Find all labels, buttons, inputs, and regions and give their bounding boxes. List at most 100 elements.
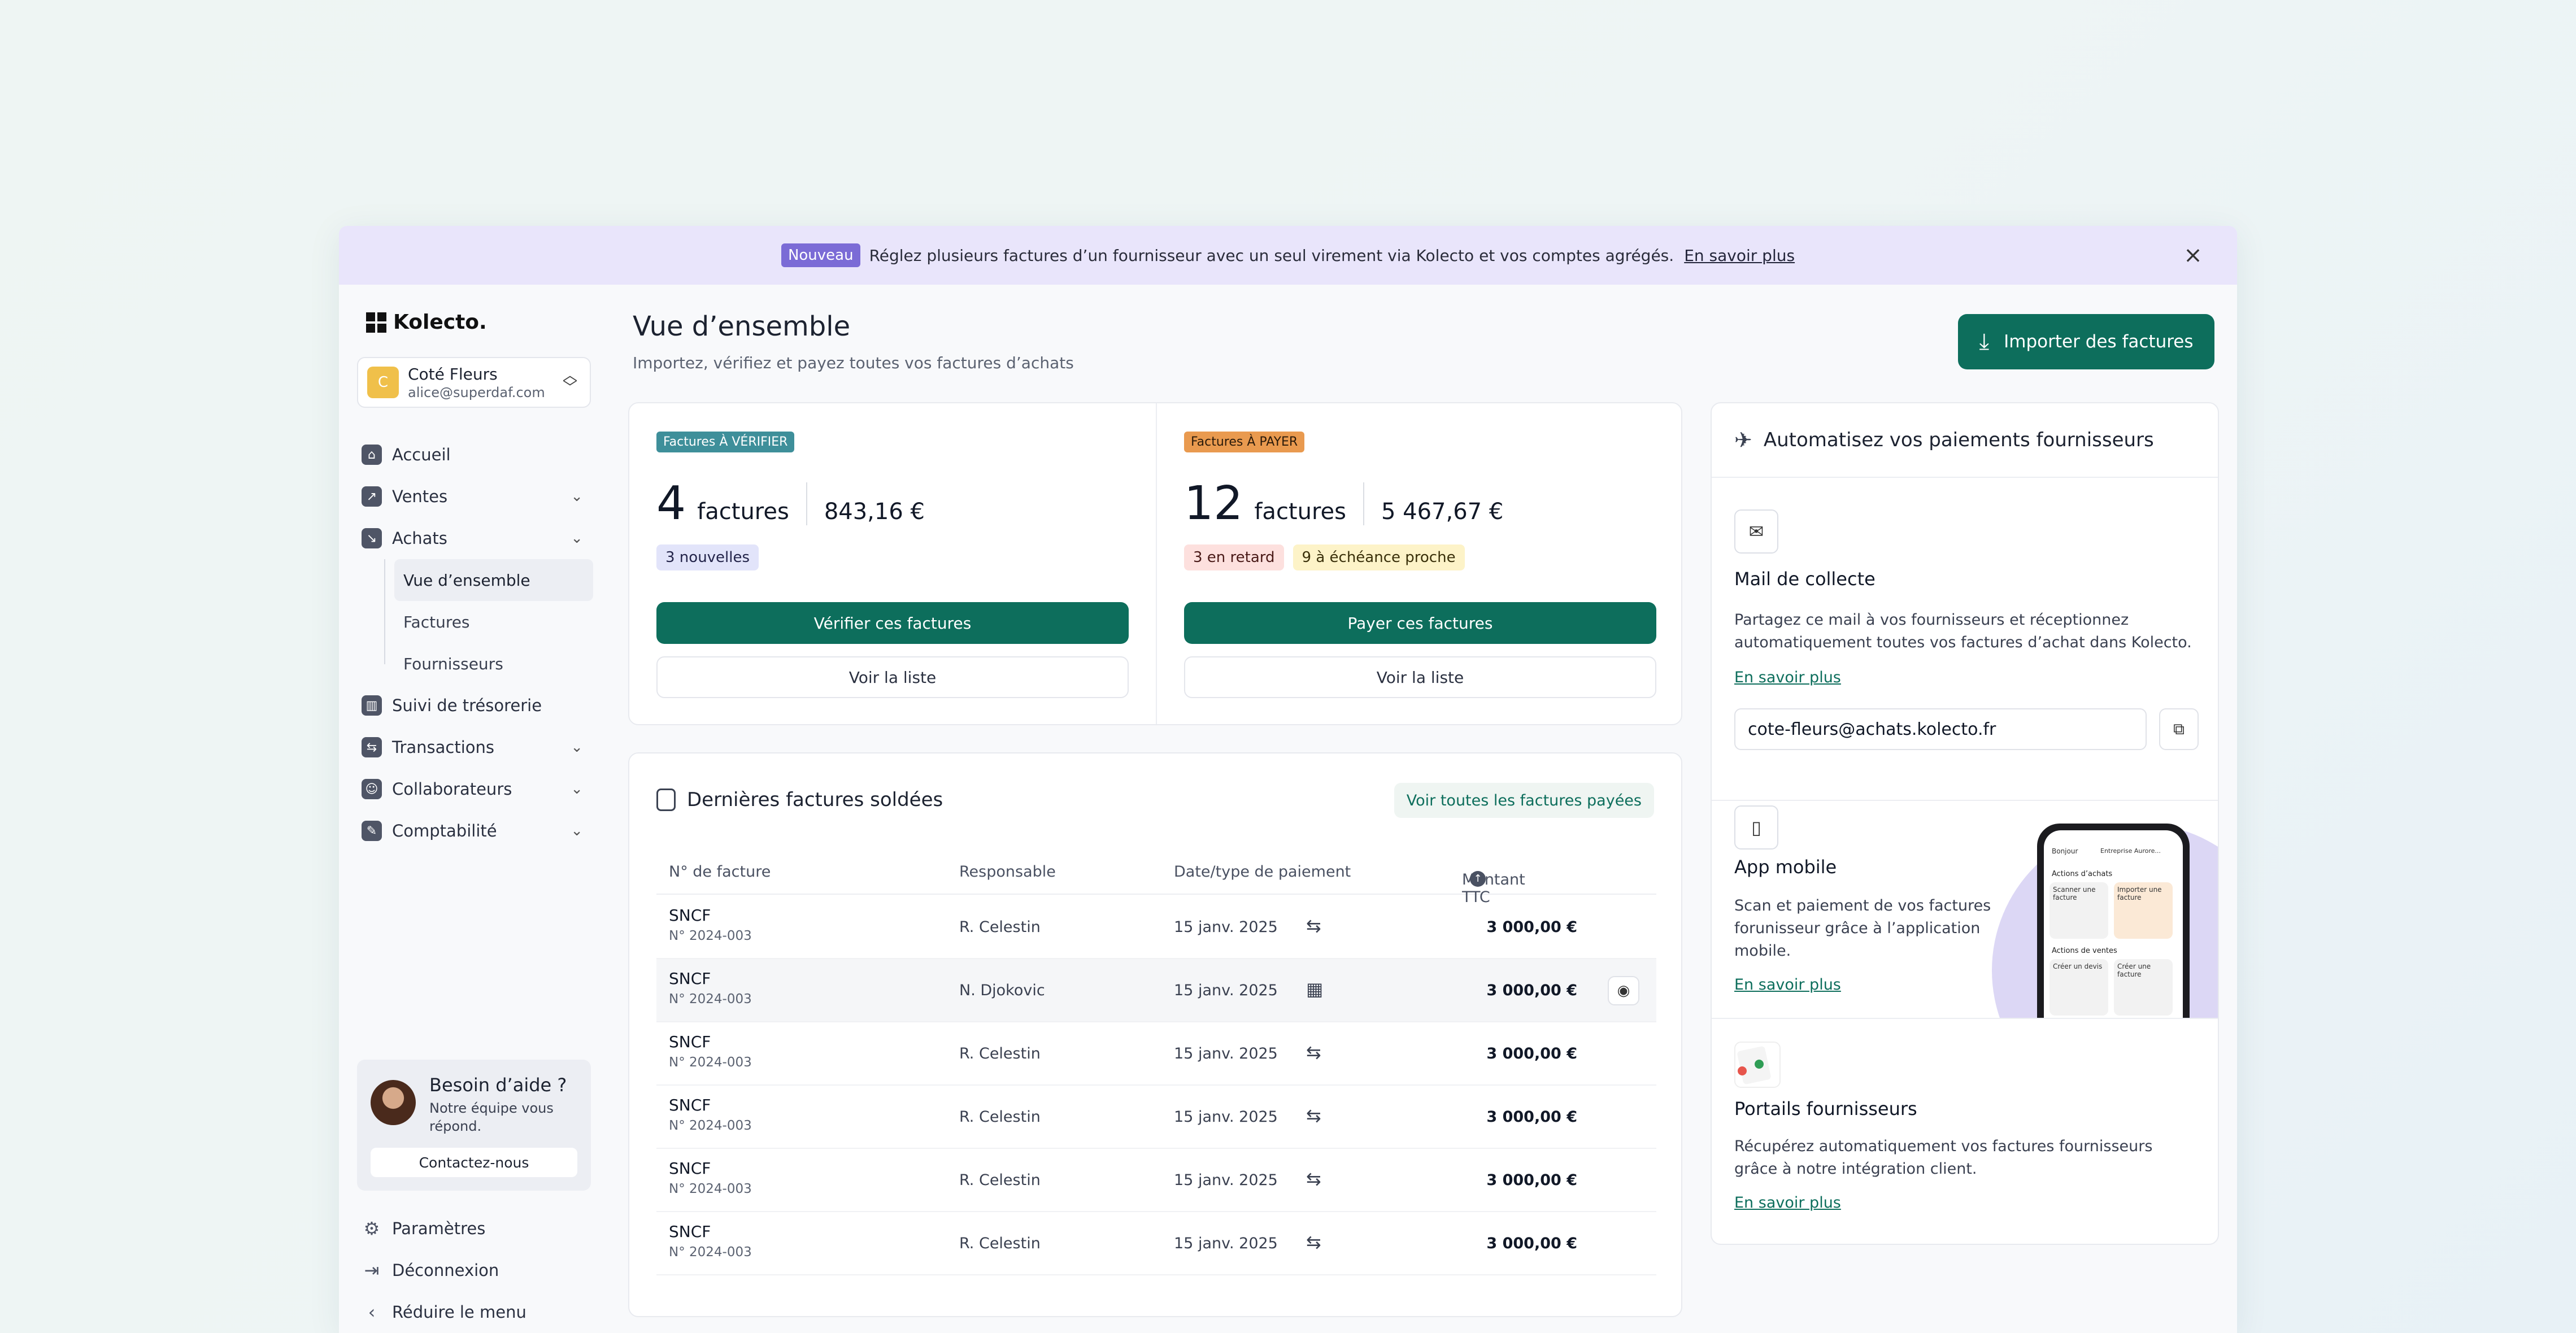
banner-learn-more-link[interactable]: En savoir plus: [1684, 246, 1795, 265]
sidebar-item-accueil[interactable]: ⌂ Accueil: [362, 434, 593, 476]
app-learn-more-link[interactable]: En savoir plus: [1734, 976, 1841, 994]
collect-email-field[interactable]: cote-fleurs@achats.kolecto.fr: [1734, 708, 2147, 750]
close-icon[interactable]: ×: [2182, 244, 2204, 267]
sidebar-item-parametres[interactable]: ⚙ Paramètres: [362, 1208, 593, 1249]
sidebar-item-label: Collaborateurs: [392, 779, 512, 799]
pay-see-list-button[interactable]: Voir la liste: [1184, 656, 1656, 698]
sales-arrow-icon: ↗: [362, 486, 382, 507]
gear-icon: ⚙: [363, 1218, 380, 1239]
portals-illustration-icon: [1734, 1042, 1781, 1088]
amount: 3 000,00 €: [1486, 1171, 1577, 1189]
help-card: Besoin d’aide ? Notre équipe vous répond…: [357, 1060, 591, 1191]
paid-invoices-card: Dernières factures soldées Voir toutes l…: [628, 752, 1682, 1317]
transfer-icon: ⇆: [1306, 1168, 1321, 1190]
account-name: Coté Fleurs: [408, 364, 498, 384]
table-row[interactable]: SNCF N° 2024-003 R. Celestin 15 janv. 2025 ⇆…: [656, 1022, 1656, 1086]
invoice-number: N° 2024-003: [669, 1118, 752, 1133]
calendar-icon: ▦: [1306, 978, 1324, 1000]
invoice-number: N° 2024-003: [669, 992, 752, 1007]
logo-mark-icon: [366, 312, 386, 333]
payment-date: 15 janv. 2025: [1174, 982, 1278, 999]
col-invoice-number[interactable]: N° de facture: [669, 863, 771, 881]
table-row[interactable]: SNCF N° 2024-003 R. Celestin 15 janv. 2025 ⇆…: [656, 1086, 1656, 1149]
account-email: alice@superdaf.com: [408, 384, 545, 400]
sidebar-item-ventes[interactable]: ↗ Ventes ⌄: [362, 476, 593, 517]
owner-name: R. Celestin: [959, 1235, 1041, 1252]
payment-date: 15 janv. 2025: [1174, 1235, 1278, 1252]
import-invoices-button[interactable]: ⤓ Importer des factures: [1958, 314, 2214, 369]
copy-icon[interactable]: ⧉: [2159, 708, 2199, 750]
to-pay-amount: 5 467,67 €: [1381, 499, 1504, 525]
see-all-paid-button[interactable]: Voir toutes les factures payées: [1394, 783, 1654, 818]
mail-icon: ✉: [1734, 509, 1778, 554]
sidebar-item-comptabilite[interactable]: ✎ Comptabilité ⌄: [362, 810, 593, 852]
table-row[interactable]: SNCF N° 2024-003 R. Celestin 15 janv. 2025 ⇆…: [656, 1149, 1656, 1212]
to-pay-tag: Factures À PAYER: [1184, 432, 1305, 452]
chevron-updown-icon: ︿ ﹀: [562, 367, 577, 397]
automation-title: Automatisez vos paiements fournisseurs: [1763, 429, 2154, 451]
to-verify-count: 4: [656, 477, 686, 530]
late-badge: 3 en retard: [1184, 544, 1284, 570]
phone-tile-invoice: Créer une facture: [2114, 959, 2173, 1016]
sidebar-item-achats[interactable]: ↘ Achats ⌄: [362, 517, 593, 559]
sidebar-item-label: Transactions: [392, 738, 495, 757]
phone-tile-quote: Créer un devis: [2050, 959, 2108, 1016]
sidebar-item-tresorerie[interactable]: ▥ Suivi de trésorerie: [362, 685, 593, 726]
payment-date: 15 janv. 2025: [1174, 1171, 1278, 1189]
purchases-arrow-icon: ↘: [362, 528, 382, 548]
sidebar-subitem-fournisseurs[interactable]: Fournisseurs: [394, 643, 593, 685]
info-icon[interactable]: ↑: [1470, 871, 1486, 887]
phone-tile-import: Importer une facture: [2114, 882, 2173, 939]
sidebar-item-label: Réduire le menu: [392, 1302, 526, 1322]
sidebar-item-label: Déconnexion: [392, 1261, 499, 1280]
transfer-icon: ⇆: [1306, 915, 1321, 936]
col-date-type[interactable]: Date/type de paiement: [1174, 863, 1351, 881]
verify-invoices-button[interactable]: Vérifier ces factures: [656, 602, 1129, 644]
new-badge: Nouveau: [781, 243, 860, 267]
account-switcher[interactable]: C Coté Fleurs alice@superdaf.com ︿ ﹀: [357, 357, 591, 408]
table-row[interactable]: SNCF N° 2024-003 N. Djokovic 15 janv. 2025 ▦…: [656, 959, 1656, 1022]
transfer-icon: ⇆: [362, 737, 382, 757]
to-pay-panel: Factures À PAYER 12 factures 5 467,67 € …: [1156, 403, 1682, 724]
transfer-icon: ⇆: [1306, 1105, 1321, 1126]
logo-text: Kolecto.: [393, 311, 487, 334]
help-text: Notre équipe vous répond.: [429, 1100, 554, 1134]
sidebar-subitem-vue-ensemble[interactable]: Vue d’ensemble: [394, 559, 593, 601]
page-subtitle: Importez, vérifiez et payez toutes vos f…: [633, 354, 1074, 372]
sidebar-subitem-factures[interactable]: Factures: [394, 601, 593, 643]
collapse-menu-button[interactable]: ‹ Réduire le menu: [362, 1291, 593, 1333]
owner-name: R. Celestin: [959, 1045, 1041, 1062]
col-owner[interactable]: Responsable: [959, 863, 1056, 881]
amount: 3 000,00 €: [1486, 1108, 1577, 1126]
phone-icon: ▯: [1734, 805, 1778, 850]
mail-learn-more-link[interactable]: En savoir plus: [1734, 669, 1841, 686]
sidebar-nav: ⌂ Accueil ↗ Ventes ⌄ ↘ Achats ⌄ Vue d’en…: [362, 434, 593, 852]
sidebar-footer: ⚙ Paramètres ⇥ Déconnexion ‹ Réduire le …: [362, 1208, 593, 1333]
sidebar-item-transactions[interactable]: ⇆ Transactions ⌄: [362, 726, 593, 768]
table-row[interactable]: SNCF N° 2024-003 R. Celestin 15 janv. 2025 ⇆…: [656, 1212, 1656, 1275]
owner-name: N. Djokovic: [959, 982, 1045, 999]
mail-text: Partagez ce mail à vos fournisseurs et r…: [1734, 611, 2192, 651]
phone-section-1: Actions d’achats: [2052, 870, 2113, 878]
supplier-name: SNCF: [669, 1222, 711, 1241]
contact-button[interactable]: Contactez-nous: [371, 1148, 577, 1177]
sidebar-item-deconnexion[interactable]: ⇥ Déconnexion: [362, 1249, 593, 1291]
supplier-portals-section: Portails fournisseurs Récupérez automati…: [1712, 1019, 2218, 1244]
supplier-name: SNCF: [669, 1096, 711, 1114]
table-row[interactable]: SNCF N° 2024-003 R. Celestin 15 janv. 2025 ⇆…: [656, 896, 1656, 959]
table-header: N° de facture Responsable Date/type de p…: [656, 855, 1656, 906]
supplier-name: SNCF: [669, 1033, 711, 1051]
chevron-down-icon: ⌄: [571, 781, 583, 798]
to-verify-tag: Factures À VÉRIFIER: [656, 432, 795, 452]
support-avatar: [371, 1080, 416, 1125]
sidebar-item-collaborateurs[interactable]: ☺ Collaborateurs ⌄: [362, 768, 593, 810]
payment-date: 15 janv. 2025: [1174, 1108, 1278, 1126]
logo: Kolecto.: [366, 311, 487, 334]
pay-invoices-button[interactable]: Payer ces factures: [1184, 602, 1656, 644]
portals-learn-more-link[interactable]: En savoir plus: [1734, 1194, 1841, 1212]
app-window: Nouveau Réglez plusieurs factures d’un f…: [339, 226, 2237, 1333]
logout-icon: ⇥: [364, 1260, 380, 1281]
eye-icon[interactable]: ◉: [1608, 976, 1639, 1005]
transfer-icon: ⇆: [1306, 1231, 1321, 1253]
verify-see-list-button[interactable]: Voir la liste: [656, 656, 1129, 698]
